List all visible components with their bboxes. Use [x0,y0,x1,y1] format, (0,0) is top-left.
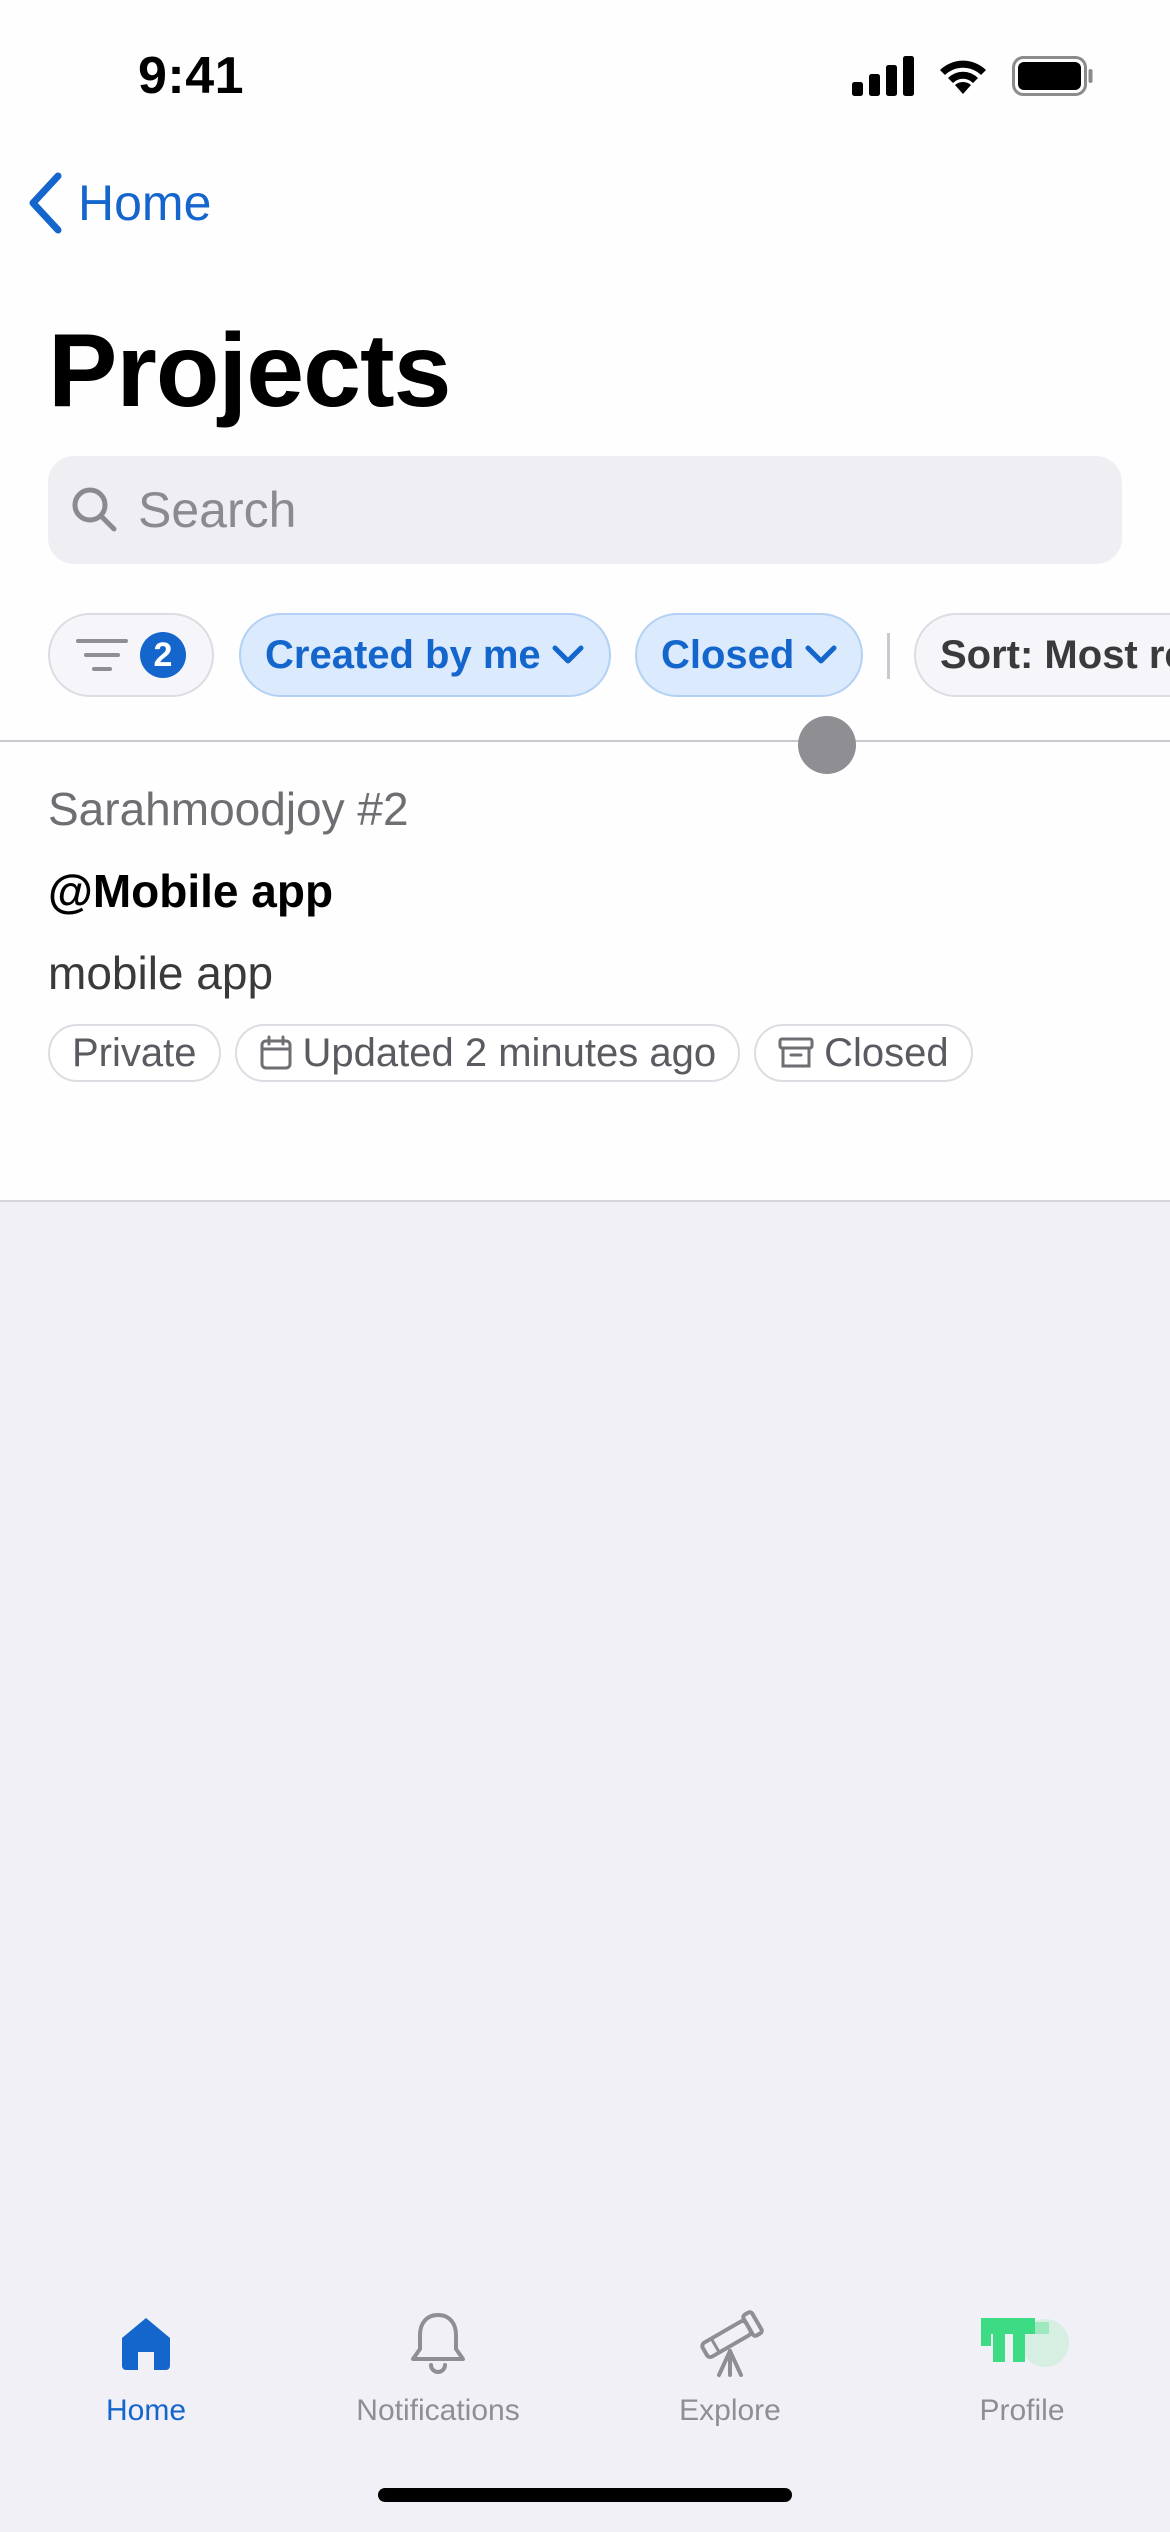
project-owner: Sarahmoodjoy #2 [48,783,409,835]
project-tags: Private Updated 2 minutes ago Closed [48,1024,973,1082]
status-icons [852,56,1094,96]
avatar-icon [973,2300,1071,2386]
search-bar[interactable] [48,456,1122,564]
cellular-signal-icon [852,56,914,96]
touch-indicator [798,716,856,774]
tab-explore-label: Explore [679,2394,781,2427]
archive-icon [778,1037,814,1068]
visibility-tag: Private [48,1024,221,1082]
status-time: 9:41 [138,47,245,105]
search-icon [70,485,120,535]
projects-screen: 9:41 Home Projects Search 2 Created by m… [0,0,1170,2532]
status-bar: 9:41 [0,0,1170,150]
back-button-label: Home [78,175,212,231]
battery-icon [1012,56,1093,96]
calendar-icon [260,1035,291,1070]
tab-notifications-label: Notifications [356,2394,520,2427]
status-tag: Closed [754,1024,973,1082]
page-title: Projects [48,313,451,429]
updated-tag: Updated 2 minutes ago [234,1024,741,1082]
project-title: @Mobile app [48,865,334,917]
state-filter[interactable]: Closed [635,613,863,697]
bell-icon [407,2300,469,2386]
tab-explore[interactable]: Explore [584,2300,876,2450]
filter-chips: 2 Created by me Closed Sort: Most re [48,613,1170,697]
filter-count-badge: 2 [140,632,186,678]
chevron-left-icon [29,172,62,234]
visibility-tag-label: Private [72,1030,197,1075]
created-by-filter[interactable]: Created by me [239,613,611,697]
filter-button[interactable]: 2 [48,613,214,697]
tab-profile[interactable]: Profile [876,2300,1168,2450]
wifi-icon [940,60,986,94]
tab-profile-label: Profile [979,2394,1065,2427]
sort-button[interactable]: Sort: Most re [914,613,1170,697]
back-button[interactable]: Home [26,172,211,234]
status-tag-label: Closed [824,1030,949,1075]
chevron-down-icon [805,645,837,664]
telescope-icon [693,2300,767,2386]
search-input[interactable] [138,481,1038,539]
state-filter-label: Closed [661,632,795,677]
chevron-down-icon [552,645,584,664]
tab-home[interactable]: Home [0,2300,292,2450]
tab-notifications[interactable]: Notifications [292,2300,584,2450]
project-description: mobile app [48,947,274,999]
sort-button-label: Sort: Most re [940,632,1170,677]
home-indicator [378,2488,792,2502]
updated-tag-label: Updated 2 minutes ago [302,1030,717,1075]
list-bottom-border [0,1200,1170,1202]
created-by-filter-label: Created by me [265,632,541,677]
home-icon [116,2300,176,2386]
list-item[interactable]: Sarahmoodjoy #2 @Mobile app mobile app P… [0,742,1170,1202]
tab-home-label: Home [105,2394,187,2427]
chip-divider [887,633,890,679]
filter-icon [76,639,128,671]
